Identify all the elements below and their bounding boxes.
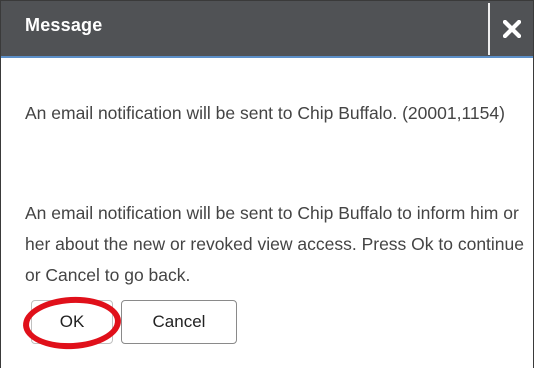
dialog-titlebar: Message [1,0,533,56]
message-text-1: An email notification will be sent to Ch… [25,103,505,123]
message-text-2: An email notification will be sent to Ch… [25,203,525,285]
ok-button[interactable]: OK [31,300,113,344]
message-dialog: Message An email notification will be se… [0,0,534,368]
titlebar-accent-line [1,56,533,58]
cancel-button[interactable]: Cancel [121,300,237,344]
close-button[interactable] [490,1,533,56]
close-icon [502,19,521,38]
dialog-title: Message [25,15,103,35]
